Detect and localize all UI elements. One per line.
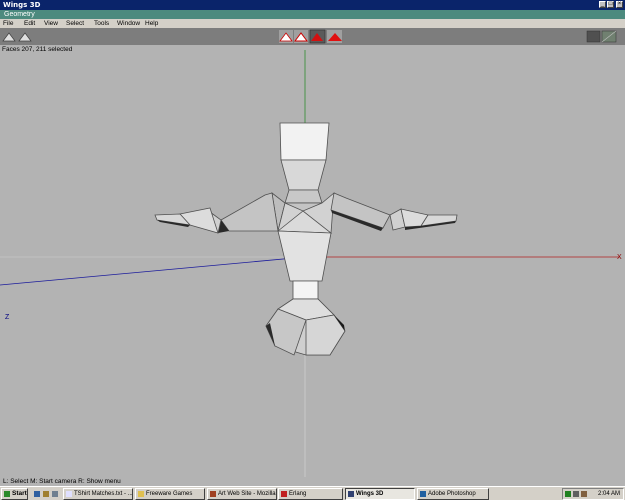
z-axis xyxy=(0,256,306,286)
folder-icon xyxy=(138,491,144,497)
help-text: L: Select M: Start camera R: Show menu xyxy=(3,478,121,485)
menu-select[interactable]: Select xyxy=(66,19,84,28)
view-perspective-icon[interactable] xyxy=(2,32,16,42)
task-label: Erlang xyxy=(289,491,307,497)
menu-tools[interactable]: Tools xyxy=(94,19,109,28)
minimize-button[interactable]: _ xyxy=(599,1,606,8)
x-axis-label: X xyxy=(617,254,622,261)
windows-logo-icon xyxy=(4,491,10,497)
menu-file[interactable]: File xyxy=(3,19,13,28)
notepad-icon xyxy=(66,491,72,497)
volume-icon[interactable] xyxy=(573,491,579,497)
tray-app-icon[interactable] xyxy=(581,491,587,497)
menu-view[interactable]: View xyxy=(44,19,58,28)
window-title: Wings 3D xyxy=(3,1,41,9)
clock[interactable]: 2:04 AM xyxy=(598,489,620,499)
body-mode-icon[interactable] xyxy=(327,30,342,43)
explorer-icon[interactable] xyxy=(43,491,49,497)
taskbar: Start TShirt Matches.txt - ... Freeware … xyxy=(0,486,625,500)
start-button[interactable]: Start xyxy=(1,488,28,500)
window-titlebar[interactable]: Wings 3D _ □ × xyxy=(0,0,625,10)
smooth-preview-icon[interactable] xyxy=(586,30,601,43)
maximize-button[interactable]: □ xyxy=(607,1,614,8)
task-label: Art Web Site - Mozilla xyxy=(218,491,276,497)
view-ortho-icon[interactable] xyxy=(18,32,32,42)
task-label: Adobe Photoshop xyxy=(428,491,476,497)
task-adobe-photoshop[interactable]: Adobe Photoshop xyxy=(417,488,489,500)
menu-window[interactable]: Window xyxy=(117,19,140,28)
show-desktop-icon[interactable] xyxy=(34,491,40,497)
toolbar xyxy=(0,28,625,45)
vertex-mode-icon[interactable] xyxy=(279,30,293,43)
menu-bar: File Edit View Select Tools Window Help xyxy=(0,19,625,28)
task-freeware-games[interactable]: Freeware Games xyxy=(135,488,205,500)
task-label: TShirt Matches.txt - ... xyxy=(74,491,133,497)
model-torso xyxy=(265,192,346,356)
task-wings-3d[interactable]: Wings 3D xyxy=(345,488,415,500)
quick-launch xyxy=(32,489,60,499)
help-bar: L: Select M: Start camera R: Show menu xyxy=(0,477,625,486)
mozilla-icon xyxy=(210,491,216,497)
geometry-title-label: Geometry xyxy=(4,11,35,18)
network-icon[interactable] xyxy=(565,491,571,497)
start-label: Start xyxy=(12,490,27,497)
model-head xyxy=(279,122,330,204)
model-canvas[interactable]: X Z xyxy=(0,45,625,477)
browser-icon[interactable] xyxy=(52,491,58,497)
system-tray: 2:04 AM xyxy=(562,488,624,500)
task-label: Wings 3D xyxy=(356,491,384,497)
task-erlang[interactable]: Erlang xyxy=(278,488,343,500)
menu-edit[interactable]: Edit xyxy=(24,19,35,28)
task-art-web-site[interactable]: Art Web Site - Mozilla xyxy=(207,488,277,500)
face-mode-icon[interactable] xyxy=(309,29,326,44)
geometry-window-title[interactable]: Geometry xyxy=(0,10,625,19)
menu-help[interactable]: Help xyxy=(145,19,158,28)
3d-viewport[interactable]: Faces 207, 211 selected X Z xyxy=(0,45,625,477)
edge-mode-icon[interactable] xyxy=(294,30,308,43)
model-arm-right xyxy=(330,192,458,231)
wireframe-icon[interactable] xyxy=(601,30,617,43)
model-arm-left xyxy=(154,192,279,234)
erlang-icon xyxy=(281,491,287,497)
close-button[interactable]: × xyxy=(616,1,623,8)
photoshop-icon xyxy=(420,491,426,497)
task-tshirt-matches[interactable]: TShirt Matches.txt - ... xyxy=(63,488,133,500)
wings3d-icon xyxy=(348,491,354,497)
z-axis-label: Z xyxy=(5,314,10,321)
task-label: Freeware Games xyxy=(146,491,193,497)
